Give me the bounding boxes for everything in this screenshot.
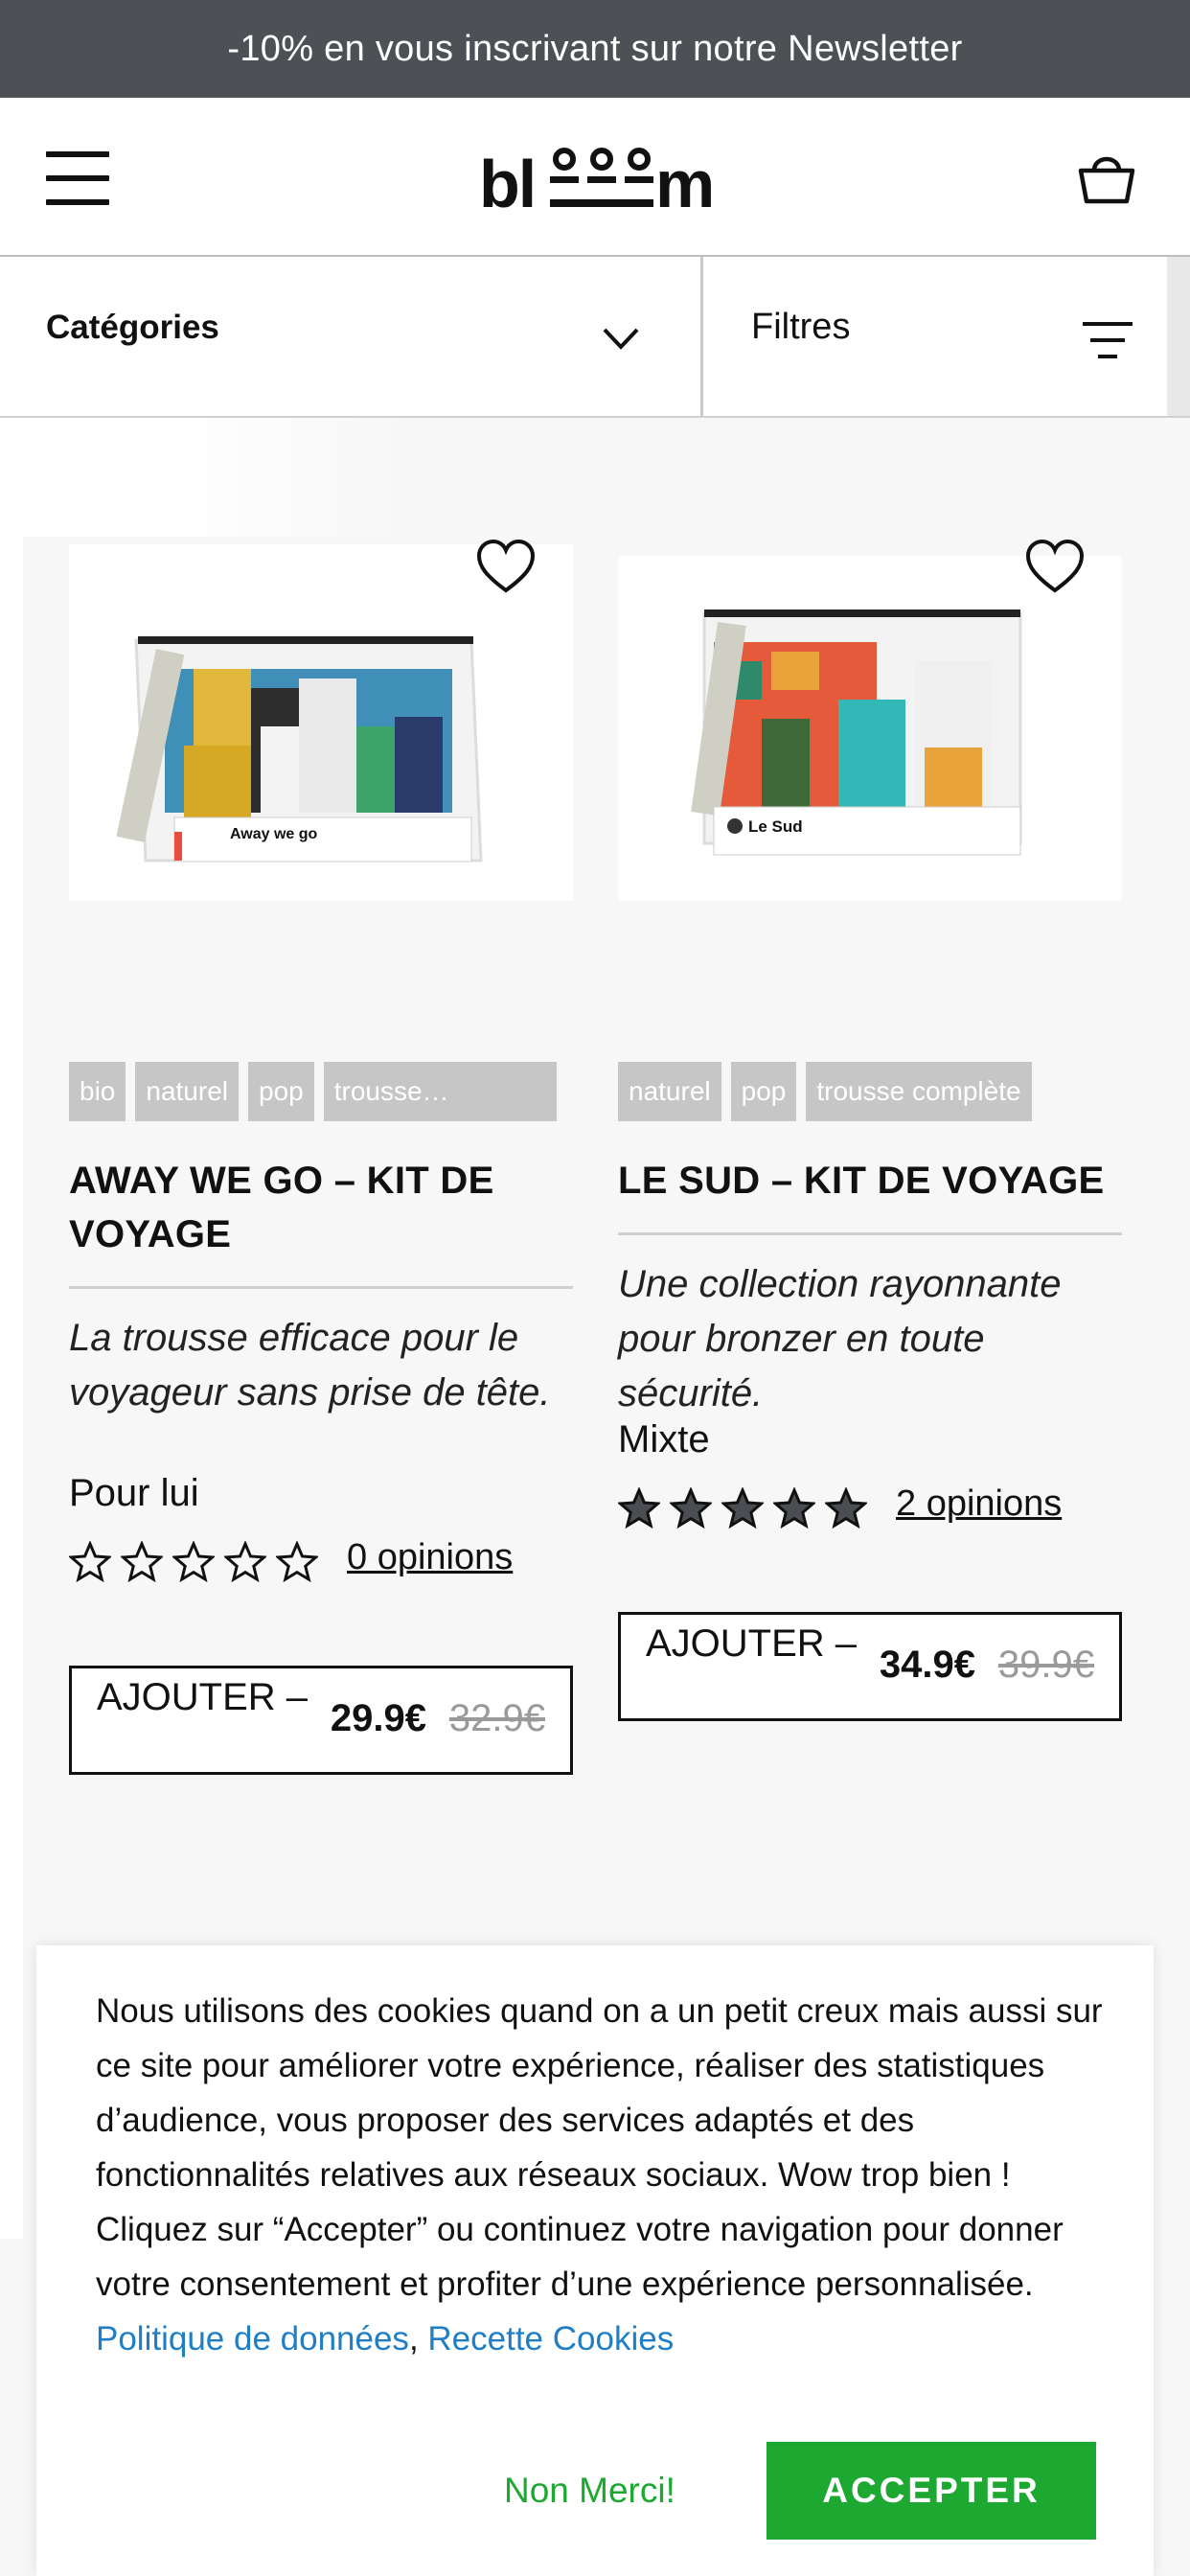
- decline-button[interactable]: Non Merci!: [504, 2471, 675, 2511]
- product-title[interactable]: LE SUD – KIT DE VOYAGE: [618, 1154, 1122, 1208]
- svg-text:bl: bl: [479, 147, 535, 217]
- old-price: 39.9€: [997, 1644, 1094, 1686]
- image-caption: Le Sud: [748, 817, 803, 836]
- tag-list: naturel pop trousse complète: [618, 1062, 1032, 1121]
- cookie-paragraph: Cliquez sur “Accepter” ou continuez votr…: [96, 2202, 1111, 2366]
- star-empty-icon: [224, 1541, 266, 1583]
- chevron-down-icon: [603, 328, 639, 350]
- newsletter-banner[interactable]: -10% en vous inscrivant sur notre Newsle…: [0, 0, 1190, 98]
- add-to-cart-button[interactable]: AJOUTER – 34.9€ 39.9€: [618, 1612, 1122, 1721]
- cookie-recipe-link[interactable]: Recette Cookies: [427, 2320, 674, 2358]
- cookie-consent-text: Cliquez sur “Accepter” ou continuez votr…: [96, 2211, 1064, 2303]
- product-image[interactable]: Le Sud: [618, 556, 1122, 901]
- cookie-paragraph: Nous utilisons des cookies quand on a un…: [96, 1992, 1103, 2194]
- product-title-line: AWAY WE GO – KIT DE: [69, 1160, 494, 1202]
- product-title[interactable]: AWAY WE GO – KIT DE VOYAGE: [69, 1154, 573, 1261]
- tag[interactable]: trousse complète: [806, 1062, 1032, 1121]
- product-description: La trousse efficace pour le voyageur san…: [69, 1317, 551, 1414]
- star-filled-icon: [825, 1487, 867, 1530]
- tag-list: bio naturel pop trousse…: [69, 1062, 557, 1121]
- filter-bar: Catégories Filtres: [0, 257, 1190, 418]
- link-separator: ,: [408, 2320, 419, 2358]
- menu-icon[interactable]: [46, 151, 109, 205]
- tag[interactable]: pop: [248, 1062, 314, 1121]
- add-button-label: AJOUTER –: [97, 1676, 309, 1718]
- cookie-banner: Nous utilisons des cookies quand on a un…: [36, 1945, 1154, 2576]
- star-empty-icon: [276, 1541, 318, 1583]
- product-gender: Pour lui: [69, 1472, 199, 1514]
- basket-icon[interactable]: [1075, 146, 1138, 209]
- pouch-illustration: Away we go: [116, 636, 483, 862]
- product-card[interactable]: Le Sud naturel pop trousse complète LE S…: [618, 539, 1122, 1790]
- reviews-link[interactable]: 2 opinions: [896, 1484, 1062, 1525]
- image-caption: Away we go: [230, 826, 318, 842]
- background-shade: [0, 418, 402, 537]
- star-filled-icon: [618, 1487, 660, 1530]
- add-button-label: AJOUTER –: [646, 1622, 858, 1665]
- star-filled-icon: [670, 1487, 712, 1530]
- tag[interactable]: bio: [69, 1062, 126, 1121]
- cookie-text: Nous utilisons des cookies quand on a un…: [96, 1984, 1111, 2366]
- price: 29.9€: [330, 1697, 426, 1739]
- product-image[interactable]: Away we go: [69, 544, 573, 901]
- background-edge: [0, 418, 23, 2239]
- star-empty-icon: [69, 1541, 111, 1583]
- product-description: Une collection rayonnante pour bronzer e…: [618, 1263, 1062, 1414]
- star-filled-icon: [721, 1487, 764, 1530]
- star-empty-icon: [172, 1541, 215, 1583]
- wishlist-heart-icon[interactable]: [1024, 539, 1086, 594]
- tag[interactable]: pop: [730, 1062, 797, 1121]
- categories-dropdown[interactable]: Catégories: [0, 257, 703, 416]
- rating-stars: [69, 1541, 318, 1583]
- wishlist-heart-icon[interactable]: [475, 539, 537, 594]
- svg-text:m: m: [655, 147, 711, 217]
- price: 34.9€: [879, 1644, 975, 1686]
- blooom-logo[interactable]: bl m: [479, 140, 711, 217]
- reviews-link[interactable]: 0 opinions: [347, 1537, 513, 1578]
- filters-label: Filtres: [751, 307, 851, 347]
- site-header: bl m: [0, 98, 1190, 257]
- pouch-illustration: Le Sud: [691, 610, 1022, 856]
- rating-stars: [618, 1487, 867, 1530]
- tag[interactable]: trousse…: [323, 1062, 557, 1121]
- scroll-edge: [1167, 257, 1190, 416]
- divider: [618, 1232, 1122, 1235]
- privacy-policy-link[interactable]: Politique de données: [96, 2320, 409, 2358]
- product-title-line: VOYAGE: [69, 1213, 232, 1255]
- add-to-cart-button[interactable]: AJOUTER – 29.9€ 32.9€: [69, 1666, 573, 1775]
- filters-button[interactable]: Filtres: [703, 257, 1167, 416]
- tag[interactable]: naturel: [618, 1062, 721, 1121]
- star-empty-icon: [121, 1541, 163, 1583]
- filter-icon: [1083, 322, 1133, 358]
- tag[interactable]: naturel: [135, 1062, 239, 1121]
- old-price: 32.9€: [448, 1697, 545, 1739]
- divider: [69, 1286, 573, 1289]
- product-gender: Mixte: [618, 1418, 710, 1460]
- accept-button[interactable]: ACCEPTER: [767, 2442, 1096, 2540]
- product-card[interactable]: Away we go bio naturel pop trousse… AWAY…: [69, 539, 573, 1790]
- categories-label: Catégories: [46, 309, 219, 346]
- star-filled-icon: [773, 1487, 815, 1530]
